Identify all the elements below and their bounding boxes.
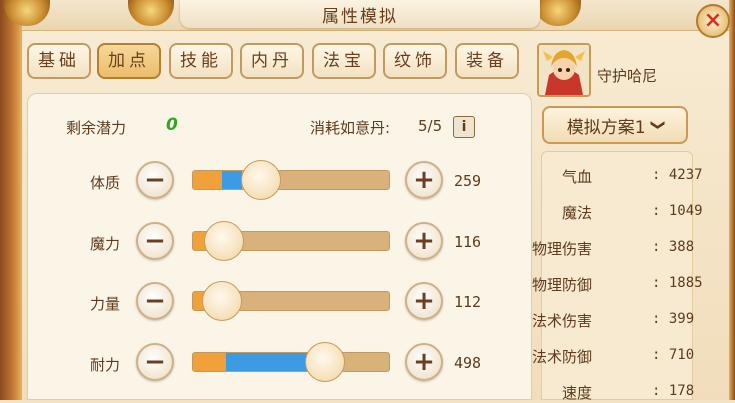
plus-button[interactable]: + <box>405 343 443 381</box>
title-plate: 属性模拟 <box>180 0 540 28</box>
attr-slider-track[interactable] <box>192 170 390 190</box>
frame-left-border <box>0 0 22 400</box>
close-icon: × <box>703 8 723 33</box>
stat-value-spell-dmg: : 399 <box>652 311 695 327</box>
slider-handle[interactable] <box>304 342 345 382</box>
frame-right-border <box>729 0 735 400</box>
minus-icon: − <box>144 286 166 316</box>
slider-handle[interactable] <box>201 281 242 321</box>
tab-equipment[interactable]: 装备 <box>455 43 519 79</box>
stat-label-hp: 气血 <box>561 168 592 186</box>
minus-icon: − <box>144 165 166 195</box>
plus-button[interactable]: + <box>405 282 443 320</box>
stat-value-speed: : 178 <box>652 383 695 399</box>
stat-label-phys-dmg: 物理伤害 <box>531 240 592 258</box>
stat-value-phys-def: : 1885 <box>652 275 703 291</box>
stat-label-phys-def: 物理防御 <box>531 276 592 294</box>
attr-label-strength: 力量 <box>90 295 121 313</box>
attr-value-endurance: 498 <box>454 354 482 372</box>
plus-button[interactable]: + <box>405 161 443 199</box>
ruyi-value: 5/5 <box>418 117 443 135</box>
minus-button[interactable]: − <box>136 222 174 260</box>
ruyi-label: 消耗如意丹: <box>310 119 391 137</box>
plus-icon: + <box>413 286 435 316</box>
slider-handle[interactable] <box>203 221 244 261</box>
character-name: 守护哈尼 <box>597 67 658 85</box>
info-icon[interactable]: i <box>453 116 475 138</box>
bar-fill-base <box>193 171 223 189</box>
stat-label-spell-def: 法术防御 <box>531 348 592 366</box>
scheme-label: 模拟方案1 <box>566 117 646 138</box>
plus-icon: + <box>413 226 435 256</box>
stat-value-phys-dmg: : 388 <box>652 239 695 255</box>
stat-value-mp: : 1049 <box>652 203 703 219</box>
attr-label-magic: 魔力 <box>90 235 121 253</box>
minus-button[interactable]: − <box>136 343 174 381</box>
avatar-portrait-icon <box>539 45 589 95</box>
close-button[interactable]: × <box>696 4 730 38</box>
attr-value-strength: 112 <box>454 293 482 311</box>
tab-add-points[interactable]: 加点 <box>97 43 161 79</box>
stat-value-spell-def: : 710 <box>652 347 695 363</box>
plus-icon: + <box>413 347 435 377</box>
potential-value: 0 <box>166 115 178 135</box>
right-panel: 守护哈尼 模拟方案1 ❯ 气血 : 4237 魔法 : 1049 物理伤害 : … <box>532 43 729 402</box>
stat-label-mp: 魔法 <box>561 204 592 222</box>
tab-treasure[interactable]: 法宝 <box>312 43 376 79</box>
minus-icon: − <box>144 226 166 256</box>
attr-slider-track[interactable] <box>192 352 390 372</box>
bar-fill-added <box>222 171 242 189</box>
stat-label-spell-dmg: 法术伤害 <box>531 312 592 330</box>
attr-label-constitution: 体质 <box>90 174 121 192</box>
plus-icon: + <box>413 165 435 195</box>
attr-value-magic: 116 <box>454 233 482 251</box>
tab-skills[interactable]: 技能 <box>169 43 233 79</box>
stats-list: 气血 : 4237 魔法 : 1049 物理伤害 : 388 物理防御 : 18… <box>532 151 703 402</box>
minus-button[interactable]: − <box>136 161 174 199</box>
tab-inner-elixir[interactable]: 内丹 <box>240 43 304 79</box>
page-title: 属性模拟 <box>322 7 398 27</box>
chevron-down-icon: ❯ <box>649 119 666 131</box>
bar-fill-added <box>226 353 311 371</box>
slider-handle[interactable] <box>241 160 282 200</box>
plus-button[interactable]: + <box>405 222 443 260</box>
add-points-panel: 剩余潜力 0 消耗如意丹: 5/5 i 体质 − + 259 魔力 − + 11… <box>27 93 532 400</box>
character-avatar[interactable] <box>537 43 591 97</box>
attr-value-constitution: 259 <box>454 172 482 190</box>
minus-icon: − <box>144 347 166 377</box>
bar-fill-base <box>193 353 227 371</box>
attr-label-endurance: 耐力 <box>90 356 121 374</box>
scheme-dropdown[interactable]: 模拟方案1 ❯ <box>542 106 688 144</box>
tab-pattern[interactable]: 纹饰 <box>383 43 447 79</box>
minus-button[interactable]: − <box>136 282 174 320</box>
stat-value-hp: : 4237 <box>652 167 703 183</box>
potential-label: 剩余潜力 <box>66 119 127 137</box>
tab-basic[interactable]: 基础 <box>27 43 91 79</box>
